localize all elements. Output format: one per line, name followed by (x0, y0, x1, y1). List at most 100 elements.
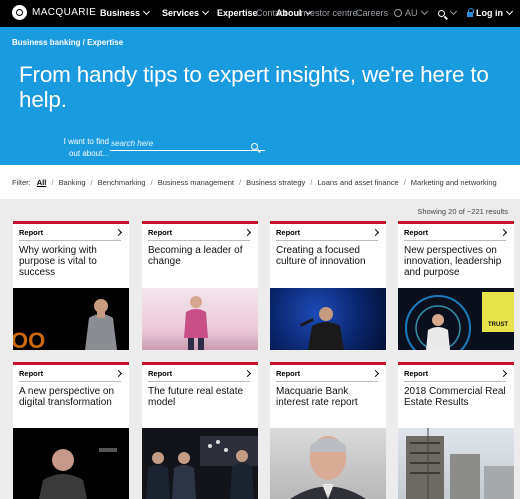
speaker-illustration: OO (13, 299, 117, 350)
card-tag: Report (276, 369, 301, 378)
chevron-down-icon (420, 7, 428, 16)
article-card[interactable]: Report Macquarie Bank interest rate repo… (270, 362, 386, 499)
card-title[interactable]: Macquarie Bank interest rate report (276, 386, 380, 408)
arrow-right-icon (371, 369, 380, 378)
card-accent-bar (270, 362, 386, 365)
page-title: From handy tips to expert insights, we'r… (19, 62, 489, 112)
nav-careers-label: Careers (356, 8, 389, 18)
speaker-illustration (39, 448, 117, 499)
card-divider (148, 381, 250, 382)
card-accent-bar (142, 362, 258, 365)
card-divider (276, 381, 378, 382)
svg-text:TRUST: TRUST (488, 322, 508, 328)
nav-investor-label: Investor centre (298, 8, 358, 18)
macquarie-logo[interactable]: MACQUARIE (12, 5, 96, 20)
card-tag: Report (404, 369, 429, 378)
article-card[interactable]: Report Becoming a leader of change (142, 221, 258, 350)
nav-services[interactable]: Services (162, 7, 210, 18)
card-divider (19, 381, 121, 382)
svg-text:OO: OO (13, 328, 45, 350)
nav-careers[interactable]: Careers (356, 8, 388, 18)
brand-name: MACQUARIE (32, 7, 97, 18)
search-input[interactable] (110, 135, 240, 152)
card-image-speaker[interactable]: TRUST (398, 288, 514, 350)
region-selector[interactable]: AU (394, 7, 428, 18)
search-icon (251, 143, 258, 150)
filter-separator: / (150, 178, 153, 187)
card-divider (148, 240, 250, 241)
card-image-building[interactable] (398, 428, 514, 499)
article-card[interactable]: Report Creating a focused culture of inn… (270, 221, 386, 350)
card-divider (19, 240, 121, 241)
chevron-down-icon (449, 7, 458, 16)
filter-business-strategy[interactable]: Business strategy (246, 178, 305, 187)
arrow-right-icon (499, 228, 508, 237)
search-button[interactable] (251, 136, 261, 150)
filter-bar: Filter: All / Banking / Benchmarking / B… (0, 165, 520, 199)
article-card[interactable]: Report A new perspective on digital tran… (13, 362, 129, 499)
card-title[interactable]: Becoming a leader of change (148, 245, 252, 267)
region-label: AU (405, 8, 418, 18)
panel-illustration (146, 436, 258, 499)
building-illustration (406, 428, 514, 499)
arrow-right-icon (371, 228, 380, 237)
card-accent-bar (13, 362, 129, 365)
filter-marketing-networking[interactable]: Marketing and networking (411, 178, 497, 187)
filter-separator: / (51, 178, 54, 187)
chevron-down-icon (202, 7, 210, 16)
filter-row: Filter: All / Banking / Benchmarking / B… (12, 178, 497, 187)
speaker-illustration (300, 307, 344, 350)
card-title[interactable]: Why working with purpose is vital to suc… (19, 245, 123, 278)
card-image-panel[interactable] (142, 428, 258, 499)
card-image-speaker[interactable] (13, 428, 129, 499)
filter-business-management[interactable]: Business management (158, 178, 234, 187)
article-card[interactable]: Report New perspectives on innovation, l… (398, 221, 514, 350)
nav-business[interactable]: Business (100, 7, 151, 18)
arrow-right-icon (243, 228, 252, 237)
article-card[interactable]: Report Why working with purpose is vital… (13, 221, 129, 350)
card-image-speaker[interactable] (270, 288, 386, 350)
filter-all[interactable]: All (37, 178, 47, 187)
card-accent-bar (398, 221, 514, 224)
card-title[interactable]: 2018 Commercial Real Estate Results (404, 386, 508, 408)
hero-banner: Business banking / Expertise From handy … (0, 27, 520, 165)
breadcrumb[interactable]: Business banking / Expertise (12, 38, 123, 47)
filter-banking[interactable]: Banking (58, 178, 85, 187)
site-search-toggle[interactable] (438, 7, 458, 18)
filter-benchmarking[interactable]: Benchmarking (98, 178, 146, 187)
card-accent-bar (270, 221, 386, 224)
card-accent-bar (13, 221, 129, 224)
nav-investor-centre[interactable]: Investor centre (298, 8, 358, 18)
article-card[interactable]: Report 2018 Commercial Real Estate Resul… (398, 362, 514, 499)
card-title[interactable]: The future real estate model (148, 386, 252, 408)
lock-icon (467, 8, 474, 17)
card-title[interactable]: Creating a focused culture of innovation (276, 245, 380, 267)
card-title[interactable]: New perspectives on innovation, leadersh… (404, 245, 508, 278)
globe-icon (394, 9, 402, 17)
card-image-speaker[interactable] (142, 288, 258, 350)
filter-separator: / (90, 178, 93, 187)
search-icon (438, 10, 445, 17)
login-label: Log in (476, 8, 503, 18)
chevron-down-icon (505, 7, 514, 16)
speaker-illustration (184, 296, 208, 350)
card-image-portrait[interactable] (270, 428, 386, 499)
card-tag: Report (148, 228, 173, 237)
search-label: I want to find out about... (63, 137, 109, 158)
chevron-down-icon (142, 7, 151, 16)
article-card[interactable]: Report The future real estate model (142, 362, 258, 499)
arrow-right-icon (114, 369, 123, 378)
card-image-speaker[interactable]: OO (13, 288, 129, 350)
card-divider (404, 240, 506, 241)
arrow-right-icon (243, 369, 252, 378)
speaker-illustration: TRUST (405, 292, 514, 350)
login-button[interactable]: Log in (467, 7, 514, 18)
search-field[interactable] (110, 133, 265, 152)
filter-separator: / (403, 178, 406, 187)
card-title[interactable]: A new perspective on digital transformat… (19, 386, 123, 408)
card-tag: Report (276, 228, 301, 237)
nav-expertise[interactable]: Expertise (217, 8, 258, 18)
filter-loans-asset-finance[interactable]: Loans and asset finance (317, 178, 398, 187)
card-divider (404, 381, 506, 382)
card-accent-bar (142, 221, 258, 224)
